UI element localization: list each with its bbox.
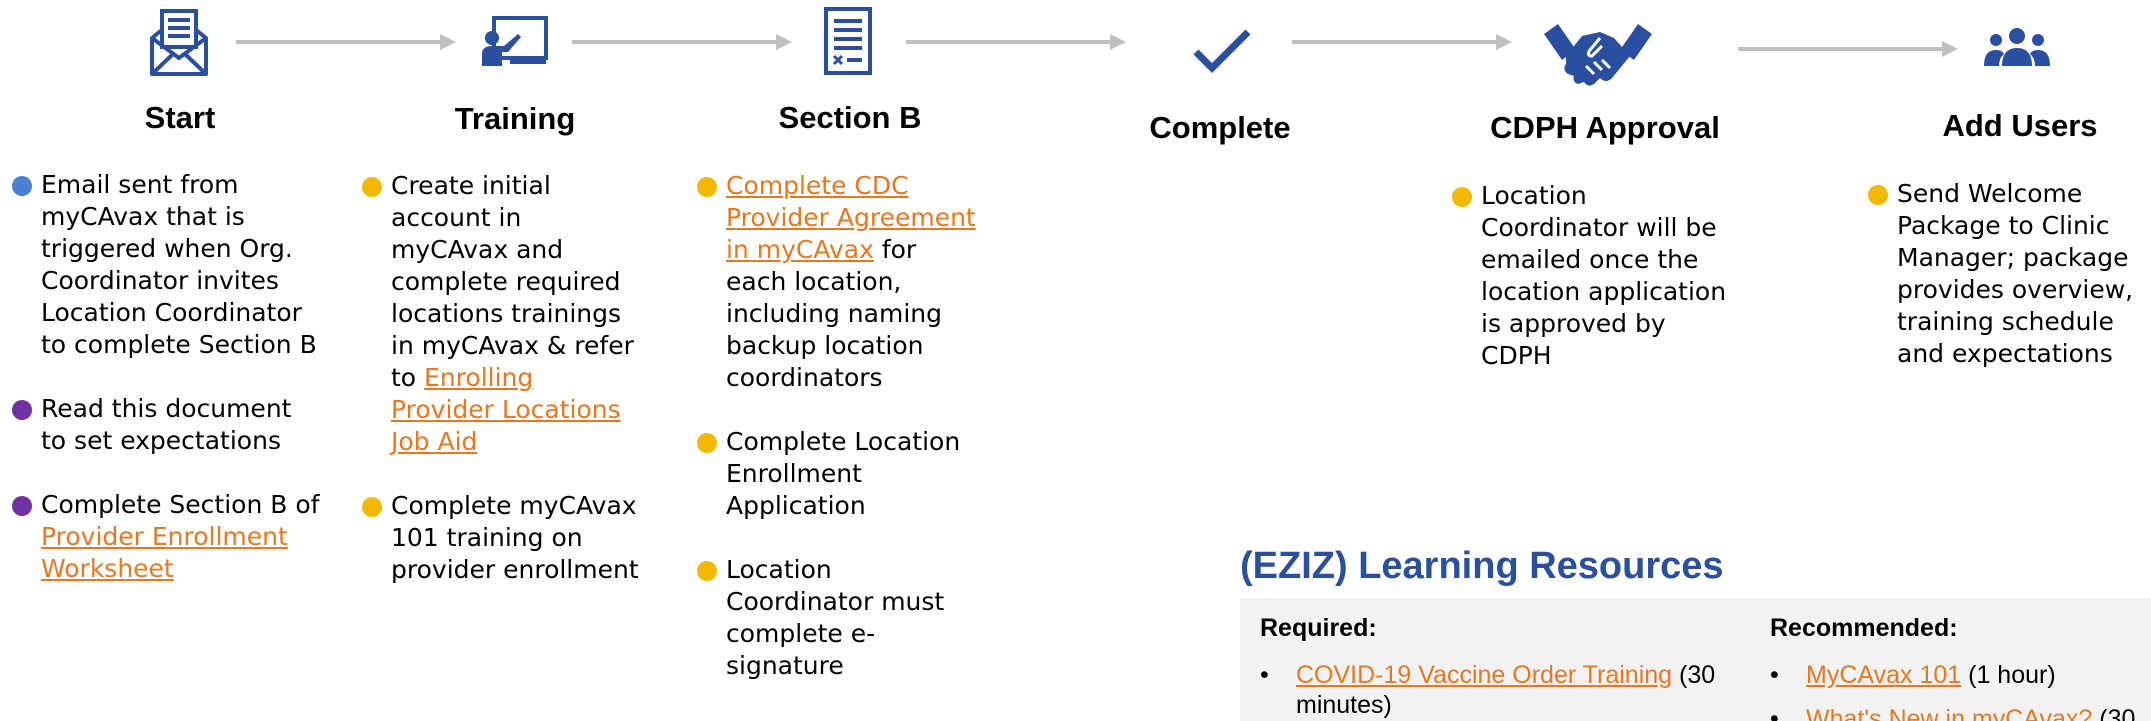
covid-vaccine-order-training-link[interactable]: COVID-19 Vaccine Order Training <box>1296 661 1672 689</box>
bullet-text: Location Coordinator will be emailed onc… <box>1481 181 1727 370</box>
bullet-text: Complete Location Enrollment Application <box>726 427 961 520</box>
step-title-section-b: Section B <box>778 100 922 135</box>
item-duration: (1 hour) <box>1961 661 2056 689</box>
bullet-glyph: • <box>1260 661 1269 689</box>
bullet-text: Send Welcome Package to Clinic Manager; … <box>1897 179 2134 368</box>
bullet-dot <box>12 496 32 516</box>
whats-new-in-mycavax-link[interactable]: What's New in myCAvax? <box>1806 705 2092 721</box>
bullet-dot <box>697 433 717 453</box>
handshake-icon <box>1542 20 1654 90</box>
bullet-dot <box>1868 185 1888 205</box>
bullet-item: Complete myCAvax 101 training on provide… <box>362 490 642 586</box>
bullet-item: Complete CDC Provider Agreement in myCAv… <box>697 170 977 394</box>
bullet-dot <box>1452 187 1472 207</box>
step-title-cdph-approval: CDPH Approval <box>1490 110 1720 145</box>
bullet-text: Complete myCAvax 101 training on provide… <box>391 491 639 584</box>
bullet-dot <box>697 561 717 581</box>
bullet-dot <box>362 177 382 197</box>
training-bullets: Create initial account in myCAvax and co… <box>362 170 642 618</box>
bullet-item: Complete Section B of Provider Enrollmen… <box>12 489 322 585</box>
bullet-text: Location Coordinator must complete e-sig… <box>726 555 945 680</box>
cdc-provider-agreement-link[interactable]: Complete CDC Provider Agreement in myCAv… <box>726 171 976 264</box>
recommended-heading: Recommended: <box>1770 614 1958 642</box>
bullet-item: Complete Location Enrollment Application <box>697 426 977 522</box>
mycavax-101-link[interactable]: MyCAvax 101 <box>1806 661 1961 689</box>
envelope-icon <box>148 8 210 78</box>
step-title-training: Training <box>454 101 576 136</box>
cdph-approval-bullets: Location Coordinator will be emailed onc… <box>1452 180 1728 404</box>
bullet-dot <box>697 177 717 197</box>
list-item: • MyCAvax 101 (1 hour) <box>1770 660 2151 690</box>
flow-arrow <box>1292 34 1512 50</box>
required-list: • COVID-19 Vaccine Order Training (30 mi… <box>1260 660 1758 721</box>
bullet-dot <box>12 176 32 196</box>
bullet-item: Read this document to set expectations <box>12 393 322 457</box>
flow-arrow <box>236 34 456 50</box>
bullet-dot <box>12 400 32 420</box>
required-heading: Required: <box>1260 614 1377 642</box>
step-title-start: Start <box>144 100 216 135</box>
enrolling-provider-locations-job-aid-link[interactable]: Enrolling Provider Locations Job Aid <box>391 363 621 456</box>
bullet-item: Location Coordinator will be emailed onc… <box>1452 180 1728 372</box>
bullet-item: Email sent from myCAvax that is triggere… <box>12 169 322 361</box>
form-icon <box>823 6 873 76</box>
list-item: • What's New in myCAvax? (30 <box>1770 704 2151 721</box>
step-title-add-users: Add Users <box>1942 108 2098 143</box>
learning-resources-title: (EZIZ) Learning Resources <box>1240 545 1724 587</box>
flow-arrow <box>1738 41 1958 57</box>
learning-resources-box: Required: Recommended: • COVID-19 Vaccin… <box>1240 598 2151 721</box>
flow-arrow <box>572 34 792 50</box>
bullet-text: Complete Section B of <box>41 490 320 519</box>
bullet-item: Create initial account in myCAvax and co… <box>362 170 642 458</box>
bullet-glyph: • <box>1770 661 1779 689</box>
bullet-item: Location Coordinator must complete e-sig… <box>697 554 977 682</box>
presentation-icon <box>480 14 550 68</box>
start-bullets: Email sent from myCAvax that is triggere… <box>12 169 322 617</box>
add-users-bullets: Send Welcome Package to Clinic Manager; … <box>1868 178 2151 402</box>
bullet-text: Email sent from myCAvax that is triggere… <box>41 170 317 359</box>
bullet-item: Send Welcome Package to Clinic Manager; … <box>1868 178 2151 370</box>
users-icon <box>1982 26 2052 70</box>
flow-arrow <box>906 34 1126 50</box>
bullet-dot <box>362 497 382 517</box>
section-b-bullets: Complete CDC Provider Agreement in myCAv… <box>697 170 977 714</box>
provider-enrollment-worksheet-link[interactable]: Provider Enrollment Worksheet <box>41 522 288 583</box>
item-duration: (30 <box>2092 705 2136 721</box>
checkmark-icon <box>1192 28 1252 74</box>
bullet-text: Read this document to set expectations <box>41 394 292 455</box>
bullet-glyph: • <box>1770 705 1779 721</box>
step-title-complete: Complete <box>1149 110 1291 145</box>
recommended-list: • MyCAvax 101 (1 hour) • What's New in m… <box>1770 660 2151 721</box>
bullet-text: Create initial account in myCAvax and co… <box>391 171 634 392</box>
list-item: • COVID-19 Vaccine Order Training (30 mi… <box>1260 660 1758 720</box>
